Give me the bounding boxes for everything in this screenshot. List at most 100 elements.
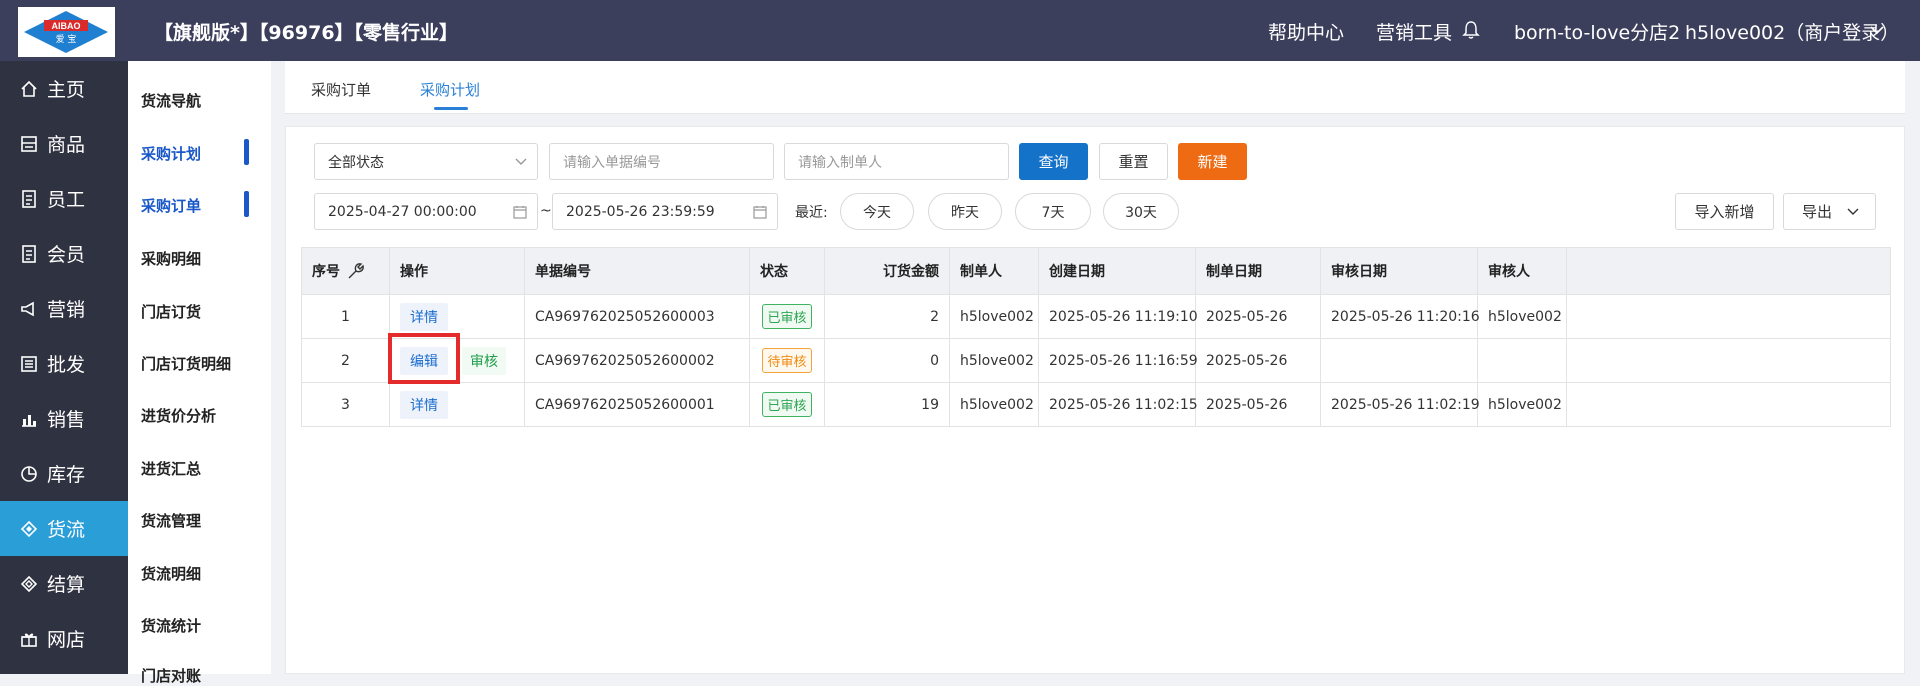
quick-today-button[interactable]: 今天 xyxy=(840,193,914,230)
detail-button[interactable]: 详情 xyxy=(400,302,448,331)
status-select-value: 全部状态 xyxy=(328,154,384,171)
subnav-item[interactable]: 进货汇总 xyxy=(141,458,201,479)
calendar-icon xyxy=(753,206,767,219)
subnav-item[interactable]: 门店对账 xyxy=(141,665,201,686)
create-button[interactable]: 新建 xyxy=(1178,143,1247,180)
subnav-item[interactable]: 采购明细 xyxy=(141,248,201,269)
logo-text-bottom: 爱 宝 xyxy=(56,33,77,45)
subnav-item[interactable]: 门店订货明细 xyxy=(141,353,231,374)
row-no: 1 xyxy=(302,295,390,338)
import-button[interactable]: 导入新增 xyxy=(1675,193,1774,230)
chevron-down-icon[interactable] xyxy=(1870,24,1884,36)
end-date-picker[interactable]: 2025-05-26 23:59:59 xyxy=(552,193,778,230)
reset-button[interactable]: 重置 xyxy=(1099,143,1168,180)
subnav-item-purchase-order[interactable]: 采购订单 xyxy=(141,195,201,216)
sidebar-item-label: 货流 xyxy=(47,519,86,541)
start-date-picker[interactable]: 2025-04-27 00:00:00 xyxy=(314,193,538,230)
store-selector[interactable]: born-to-love分店2 xyxy=(1514,18,1680,45)
detail-button[interactable]: 详情 xyxy=(400,390,448,419)
status-select[interactable]: 全部状态 xyxy=(314,143,538,180)
row-created: 2025-05-26 11:02:15 xyxy=(1039,383,1198,426)
row-status: 已审核 xyxy=(750,295,825,338)
quick-30days-button[interactable]: 30天 xyxy=(1103,193,1179,230)
quick-yesterday-button[interactable]: 昨天 xyxy=(928,193,1002,230)
highlight-box xyxy=(388,333,460,384)
marketing-tools-link[interactable]: 营销工具 xyxy=(1376,18,1452,45)
chevron-down-icon xyxy=(1847,208,1859,215)
header-filler xyxy=(1567,248,1890,294)
wrench-icon[interactable] xyxy=(346,261,366,281)
export-button[interactable]: 导出 xyxy=(1783,193,1876,230)
staff-icon xyxy=(22,189,36,208)
purchase-plan-table: 序号 操作 单据编号 状态 订货金额 制单人 创建日期 制单日期 审核日期 审核… xyxy=(301,247,1891,427)
scrollbar[interactable] xyxy=(1905,61,1920,674)
help-center-link[interactable]: 帮助中心 xyxy=(1268,18,1344,45)
order-no-input[interactable]: 请输入单据编号 xyxy=(549,143,774,180)
sidebar-item-label: 结算 xyxy=(47,574,86,596)
sidebar-item-label: 商品 xyxy=(47,134,86,156)
member-icon xyxy=(22,244,36,263)
header-made: 制单日期 xyxy=(1196,248,1321,294)
row-made: 2025-05-26 xyxy=(1196,339,1321,382)
sidebar-item-sales[interactable]: 销售 xyxy=(0,391,128,446)
maker-input[interactable]: 请输入制单人 xyxy=(784,143,1009,180)
top-header: AIBAO 爱 宝 【旗舰版*】【96976】【零售行业】 帮助中心 营销工具 … xyxy=(0,0,1920,61)
header-audited: 审核日期 xyxy=(1321,248,1478,294)
row-maker: h5love002 xyxy=(950,339,1039,382)
sidebar-item-wholesale[interactable]: 批发 xyxy=(0,336,128,391)
marketing-icon xyxy=(21,301,34,316)
query-button[interactable]: 查询 xyxy=(1019,143,1088,180)
sidebar-item-label: 员工 xyxy=(47,189,86,211)
end-date-value: 2025-05-26 23:59:59 xyxy=(566,203,715,220)
active-tab-underline xyxy=(434,107,468,110)
logo-text-top: AIBAO xyxy=(52,21,81,31)
header-maker: 制单人 xyxy=(950,248,1039,294)
audit-button[interactable]: 审核 xyxy=(462,346,506,375)
sidebar-item-webshop[interactable]: 网店 xyxy=(0,611,128,666)
subnav-item[interactable]: 货流导航 xyxy=(141,90,201,111)
header-actions: 操作 xyxy=(390,248,525,294)
user-menu[interactable]: h5love002（商户登录） xyxy=(1685,18,1899,45)
sidebar-item-stock[interactable]: 库存 xyxy=(0,446,128,501)
tab-purchase-plan[interactable]: 采购计划 xyxy=(420,79,480,100)
aibao-logo[interactable]: AIBAO 爱 宝 xyxy=(18,7,115,57)
tabs-bar: 采购订单 采购计划 xyxy=(285,61,1905,114)
gift-icon xyxy=(21,633,37,647)
settlement-icon xyxy=(20,575,38,592)
row-order-no: CA969762025052600002 xyxy=(525,339,750,382)
sidebar-item-home[interactable]: 主页 xyxy=(0,61,128,116)
calendar-icon xyxy=(513,206,527,219)
row-status: 待审核 xyxy=(750,339,825,382)
table-row[interactable]: 3 详情 CA969762025052600001 已审核 19 h5love0… xyxy=(302,382,1890,426)
row-audited: 2025-05-26 11:20:16 xyxy=(1321,295,1480,338)
sidebar-item-logistics[interactable]: 货流 xyxy=(0,501,128,556)
sidebar-item-marketing[interactable]: 营销 xyxy=(0,281,128,336)
subnav-item[interactable]: 进货价分析 xyxy=(141,405,216,426)
table-row[interactable]: 2 编辑 审核 CA969762025052600002 待审核 0 h5lov… xyxy=(302,338,1890,382)
sidebar-item-goods[interactable]: 商品 xyxy=(0,116,128,171)
row-filler xyxy=(1567,339,1890,382)
goods-icon xyxy=(21,135,37,152)
header-created: 创建日期 xyxy=(1039,248,1196,294)
sidebar-item-settlement[interactable]: 结算 xyxy=(0,556,128,611)
sidebar-item-label: 营销 xyxy=(47,299,86,321)
subnav-item[interactable]: 货流管理 xyxy=(141,510,201,531)
sidebar-item-staff[interactable]: 员工 xyxy=(0,171,128,226)
tab-purchase-order[interactable]: 采购订单 xyxy=(311,79,371,100)
row-amount: 2 xyxy=(825,295,950,338)
quick-7days-button[interactable]: 7天 xyxy=(1015,193,1091,230)
sidebar-item-label: 主页 xyxy=(47,79,86,101)
sidebar-item-label: 批发 xyxy=(47,354,86,376)
bell-icon[interactable] xyxy=(1462,20,1480,40)
row-amount: 19 xyxy=(825,383,950,426)
row-audited: 2025-05-26 11:02:19 xyxy=(1321,383,1480,426)
table-row[interactable]: 1 详情 CA969762025052600003 已审核 2 h5love00… xyxy=(302,294,1890,338)
subnav-item-purchase-plan[interactable]: 采购计划 xyxy=(141,143,201,164)
subnav-item[interactable]: 货流统计 xyxy=(141,615,201,636)
subnav-item[interactable]: 货流明细 xyxy=(141,563,201,584)
subnav-item[interactable]: 门店订货 xyxy=(141,301,201,322)
export-label: 导出 xyxy=(1802,203,1833,221)
active-marker xyxy=(244,139,249,165)
sidebar-item-member[interactable]: 会员 xyxy=(0,226,128,281)
row-created: 2025-05-26 11:19:10 xyxy=(1039,295,1198,338)
